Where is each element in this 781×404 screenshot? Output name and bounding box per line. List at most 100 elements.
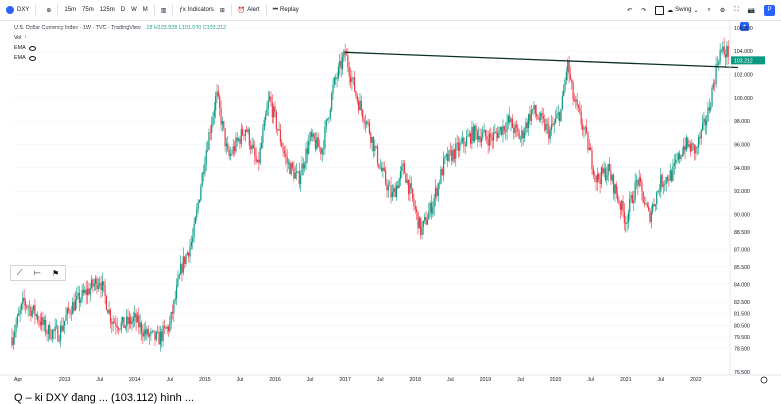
candle-body	[135, 313, 137, 323]
candle-body	[437, 183, 439, 197]
candle-body	[248, 129, 250, 146]
candle-body	[136, 315, 139, 323]
candle-body	[283, 150, 286, 154]
candle-body	[343, 50, 345, 58]
candle-body	[317, 137, 319, 148]
candle-body	[475, 125, 477, 132]
candle-body	[445, 154, 447, 157]
time-tick-label: Jul	[96, 377, 103, 383]
time-axis[interactable]: Apr 2013 Jul 2014 Jul 2015 Jul 2016 Jul 2017 Jul 20…	[0, 374, 781, 383]
candle-body	[662, 184, 665, 187]
candle-body	[215, 96, 217, 111]
candle-body	[291, 163, 294, 169]
candle-body	[308, 141, 310, 154]
trendline[interactable]	[345, 51, 739, 69]
candle-body	[469, 133, 472, 144]
candle-body	[590, 147, 592, 151]
candle-body	[348, 67, 350, 77]
candle-body	[610, 171, 612, 181]
candle-body	[126, 316, 128, 326]
candle-body	[653, 204, 655, 207]
candle-body	[259, 148, 261, 163]
candles	[11, 37, 729, 352]
candle-body	[675, 160, 677, 164]
candle-body	[143, 329, 145, 337]
candle-body	[559, 112, 561, 121]
candle-body	[665, 177, 667, 184]
candle-body	[290, 163, 292, 175]
candle-body	[231, 153, 233, 155]
trendline-tool-icon[interactable]: ⟋	[17, 268, 23, 278]
candle-body	[175, 285, 178, 299]
price-tick-label: 84.000	[734, 283, 750, 289]
candle-body	[483, 129, 485, 133]
candle-body	[157, 331, 159, 333]
candle-body	[424, 216, 426, 221]
candle-body	[492, 133, 495, 141]
candle-body	[417, 211, 419, 229]
candle-body	[649, 210, 651, 222]
candle-body	[720, 50, 723, 51]
candle-body	[422, 220, 424, 227]
candle-body	[364, 123, 366, 125]
candle-body	[209, 132, 211, 134]
candle-body	[560, 108, 562, 121]
candle-body	[409, 183, 411, 194]
candle-body	[322, 148, 325, 149]
candle-body	[571, 79, 573, 83]
candle-body	[31, 310, 33, 317]
candle-body	[271, 102, 273, 118]
horizontal-line-tool-icon[interactable]: ⟝	[34, 268, 41, 278]
candle-body	[557, 112, 559, 115]
candle-body	[668, 180, 670, 181]
candle-body	[301, 163, 303, 176]
time-tick-label: Apr	[14, 377, 22, 383]
candle-body	[278, 129, 280, 131]
candle-body	[180, 264, 182, 275]
candle-body	[724, 54, 727, 58]
candle-body	[325, 120, 327, 127]
candle-body	[561, 96, 563, 109]
candle-body	[580, 112, 582, 125]
candle-body	[387, 185, 389, 191]
candle-body	[656, 192, 658, 205]
candle-body	[394, 188, 396, 198]
price-axis[interactable]: 76.50078.50079.50080.50081.50082.50084.0…	[729, 20, 768, 384]
price-tick-label: 79.500	[734, 335, 750, 341]
candle-body	[401, 166, 403, 172]
candle-body	[498, 130, 500, 138]
candle-body	[552, 124, 554, 126]
candle-body	[147, 328, 149, 337]
candle-body	[549, 130, 551, 139]
price-chart[interactable]: 76.50078.50079.50080.50081.50082.50084.0…	[0, 0, 781, 403]
candle-body	[192, 237, 194, 243]
candle-body	[205, 150, 207, 164]
time-tick-label: 2013	[59, 377, 71, 383]
candle-body	[273, 106, 275, 118]
candle-body	[630, 195, 632, 199]
candle-body	[527, 114, 530, 128]
time-tick-label: 2014	[129, 377, 141, 383]
candle-body	[279, 129, 282, 143]
candle-body	[74, 299, 76, 311]
candle-body	[714, 83, 716, 85]
candle-body	[641, 181, 643, 192]
candle-body	[723, 46, 725, 55]
candle-body	[270, 96, 272, 103]
candle-body	[722, 46, 724, 51]
candle-body	[310, 132, 313, 137]
drawing-toolbar: ⟋ ⟝ ⚑	[10, 265, 66, 281]
candle-body	[637, 180, 639, 186]
candle-body	[162, 325, 164, 342]
candle-body	[128, 317, 130, 324]
candle-body	[286, 156, 288, 164]
flag-tool-icon[interactable]: ⚑	[52, 269, 59, 278]
candle-body	[556, 114, 558, 119]
candle-body	[507, 115, 509, 123]
candle-body	[246, 129, 248, 132]
candle-body	[487, 139, 489, 146]
candle-body	[413, 198, 415, 207]
candle-body	[444, 156, 446, 159]
candle-body	[478, 135, 480, 140]
time-tick-label: 2022	[690, 377, 702, 383]
